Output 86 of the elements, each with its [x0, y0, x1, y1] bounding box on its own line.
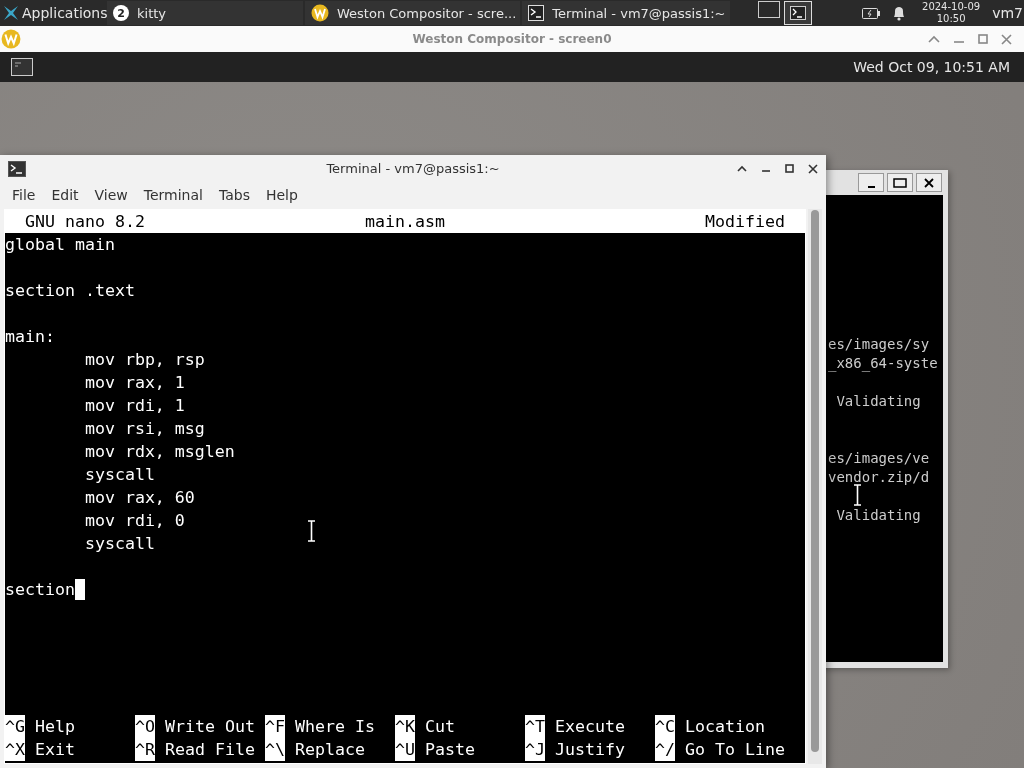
terminal-icon — [789, 6, 806, 20]
code-line: global main — [5, 234, 115, 256]
code-line: syscall — [83, 464, 155, 486]
window-title: Weston Compositor - screen0 — [412, 32, 612, 46]
logo-icon — [2, 4, 20, 22]
shortcut-key: ^T — [525, 715, 545, 738]
modified-status: Modified — [705, 211, 785, 233]
menu-item[interactable]: File — [12, 187, 36, 203]
battery-icon — [862, 7, 881, 19]
text-cursor — [74, 579, 85, 600]
maximize-button[interactable] — [887, 173, 913, 192]
shortcut-key: ^X — [5, 738, 25, 761]
terminal-line: Validating — [835, 392, 921, 411]
maximize-icon — [893, 177, 907, 188]
terminal-line: _x86_64-syste — [828, 354, 938, 373]
shortcut-label: Location — [685, 716, 765, 738]
close-icon — [924, 177, 934, 188]
shortcut-key: ^U — [395, 738, 415, 761]
shortcut-label: Justify — [555, 739, 625, 761]
code-line: mov rdx, msglen — [83, 441, 235, 463]
terminal-launcher-icon[interactable] — [11, 58, 33, 76]
shortcut-key: ^O — [135, 715, 155, 738]
menu-item[interactable]: View — [94, 187, 128, 203]
terminal-line: Validating — [835, 506, 921, 525]
shortcut-key: ^/ — [655, 738, 675, 761]
minimize-button[interactable] — [858, 173, 884, 192]
shortcut-key: ^J — [525, 738, 545, 761]
shortcut-label: Write Out — [165, 716, 255, 738]
shortcut-label: Execute — [555, 716, 625, 738]
shortcut-label: Help — [35, 716, 75, 738]
shade-icon[interactable] — [737, 165, 747, 172]
shortcut-key: ^\ — [265, 738, 285, 761]
shortcut-label: Replace — [295, 739, 365, 761]
shortcut-key: ^R — [135, 738, 155, 761]
terminal-line: vendor.zip/d — [828, 468, 930, 487]
menu-item[interactable]: Terminal — [143, 187, 203, 203]
close-icon[interactable] — [808, 163, 818, 174]
user-name[interactable]: vm7 — [992, 5, 1024, 21]
shortcut-key: ^F — [265, 715, 285, 738]
date-text: 2024-10-09 — [922, 1, 981, 13]
shortcut-label: Exit — [35, 739, 75, 761]
menu-item[interactable]: Edit — [51, 187, 79, 203]
scrollbar[interactable] — [808, 209, 822, 764]
code-line: mov rdi, 1 — [83, 395, 185, 417]
window-title: Terminal - vm7@passis1:~ — [326, 161, 500, 176]
time-text: 10:50 — [936, 13, 966, 25]
shortcut-label: Paste — [425, 739, 475, 761]
code-line: section .text — [5, 280, 135, 302]
file-name: main.asm — [365, 211, 445, 233]
taskbar-button[interactable]: Weston Compositor - scre... — [305, 1, 521, 25]
menu-item[interactable]: Help — [265, 187, 298, 203]
shortcut-label: Read File — [165, 739, 255, 761]
count-badge: 2 — [113, 5, 129, 21]
minimize-icon — [867, 185, 875, 188]
text-cursor-icon — [853, 484, 862, 506]
code-line: mov rsi, msg — [83, 418, 205, 440]
code-line: mov rax, 1 — [83, 372, 185, 394]
workspace-button[interactable] — [757, 1, 780, 18]
terminal-icon — [528, 5, 545, 21]
bell-icon[interactable] — [892, 5, 907, 21]
shortcut-label: Cut — [425, 716, 455, 738]
taskbar-button[interactable]: Terminal - vm7@passis1:~ — [522, 1, 730, 25]
shortcut-key: ^C — [655, 715, 675, 738]
terminal-line: es/images/ve — [828, 449, 930, 468]
weston-logo-icon — [311, 4, 329, 22]
version-text: GNU nano 8.2 — [25, 211, 145, 233]
text-cursor-icon — [307, 520, 316, 542]
shortcut-label: Go To Line — [685, 739, 785, 761]
shortcut-key: ^G — [5, 715, 25, 738]
applications-menu[interactable]: Applications — [0, 4, 105, 22]
workspace-button[interactable] — [783, 1, 812, 25]
clock-text: Wed Oct 09, 10:51 AM — [853, 59, 1010, 75]
menu-item[interactable]: Tabs — [218, 187, 250, 203]
terminal-line: es/images/sy — [828, 335, 930, 354]
terminal-icon — [8, 160, 26, 177]
code-line: section — [5, 579, 75, 601]
maximize-icon[interactable] — [785, 164, 794, 173]
taskbar-button[interactable]: 2 kitty — [107, 1, 303, 25]
code-line: main: — [5, 326, 55, 348]
shortcut-label: Where Is — [295, 716, 375, 738]
close-button[interactable] — [916, 173, 942, 192]
shortcut-key: ^K — [395, 715, 415, 738]
code-line: mov rbp, rsp — [83, 349, 205, 371]
code-line: mov rax, 60 — [83, 487, 195, 509]
code-line: syscall — [83, 533, 155, 555]
code-line: mov rdi, 0 — [83, 510, 185, 532]
